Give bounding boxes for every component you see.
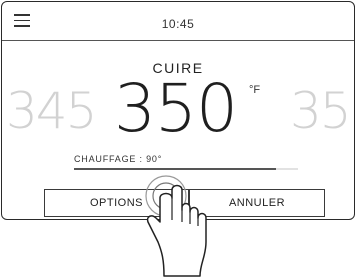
temperature-previous[interactable]: 345 (6, 86, 97, 136)
header-divider (2, 40, 354, 42)
heating-status-label: CHAUFFAGE : 90° (74, 154, 163, 164)
heating-progress-fill (74, 168, 276, 170)
temperature-current[interactable]: 350 (114, 76, 238, 142)
oven-display: 10:45 CUIRE 345 350 °F 355 CHAUFFAGE : 9… (1, 1, 355, 220)
cancel-button-label: ANNULER (228, 197, 286, 209)
temperature-selector[interactable]: 345 350 °F 355 (2, 74, 354, 144)
cancel-button[interactable]: ANNULER (189, 189, 325, 217)
temperature-unit: °F (249, 84, 261, 96)
clock-time: 10:45 (161, 17, 195, 31)
options-button-label: OPTIONS (89, 197, 143, 209)
options-button[interactable]: OPTIONS (44, 189, 189, 217)
heating-progress-bar (74, 168, 298, 170)
temperature-next[interactable]: 355 (290, 86, 354, 136)
